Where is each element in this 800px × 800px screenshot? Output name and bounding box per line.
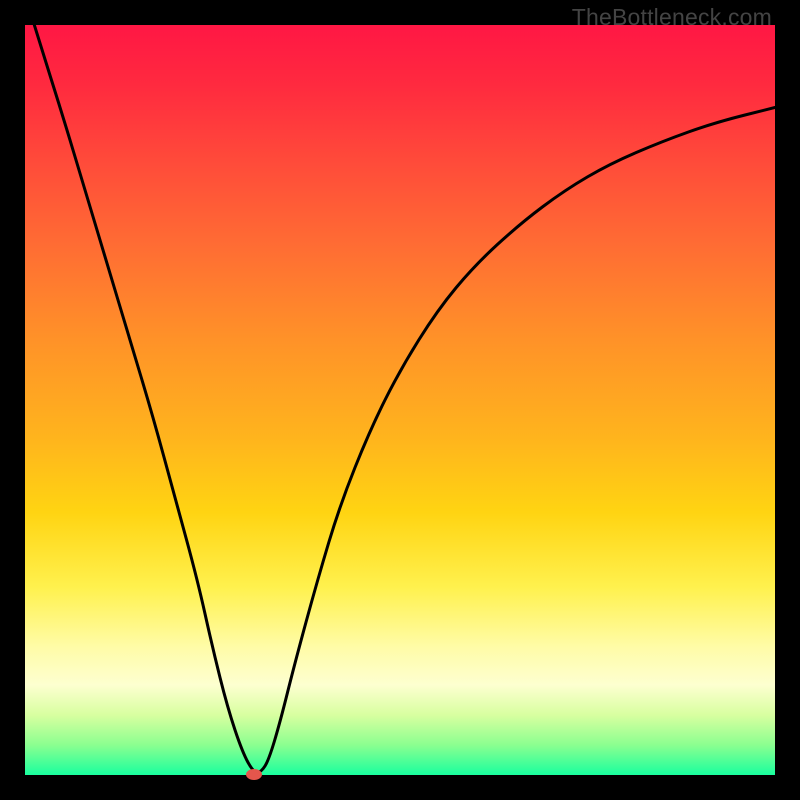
watermark-text: TheBottleneck.com: [572, 4, 772, 31]
plot-area: [25, 25, 775, 775]
optimum-marker: [246, 769, 262, 780]
